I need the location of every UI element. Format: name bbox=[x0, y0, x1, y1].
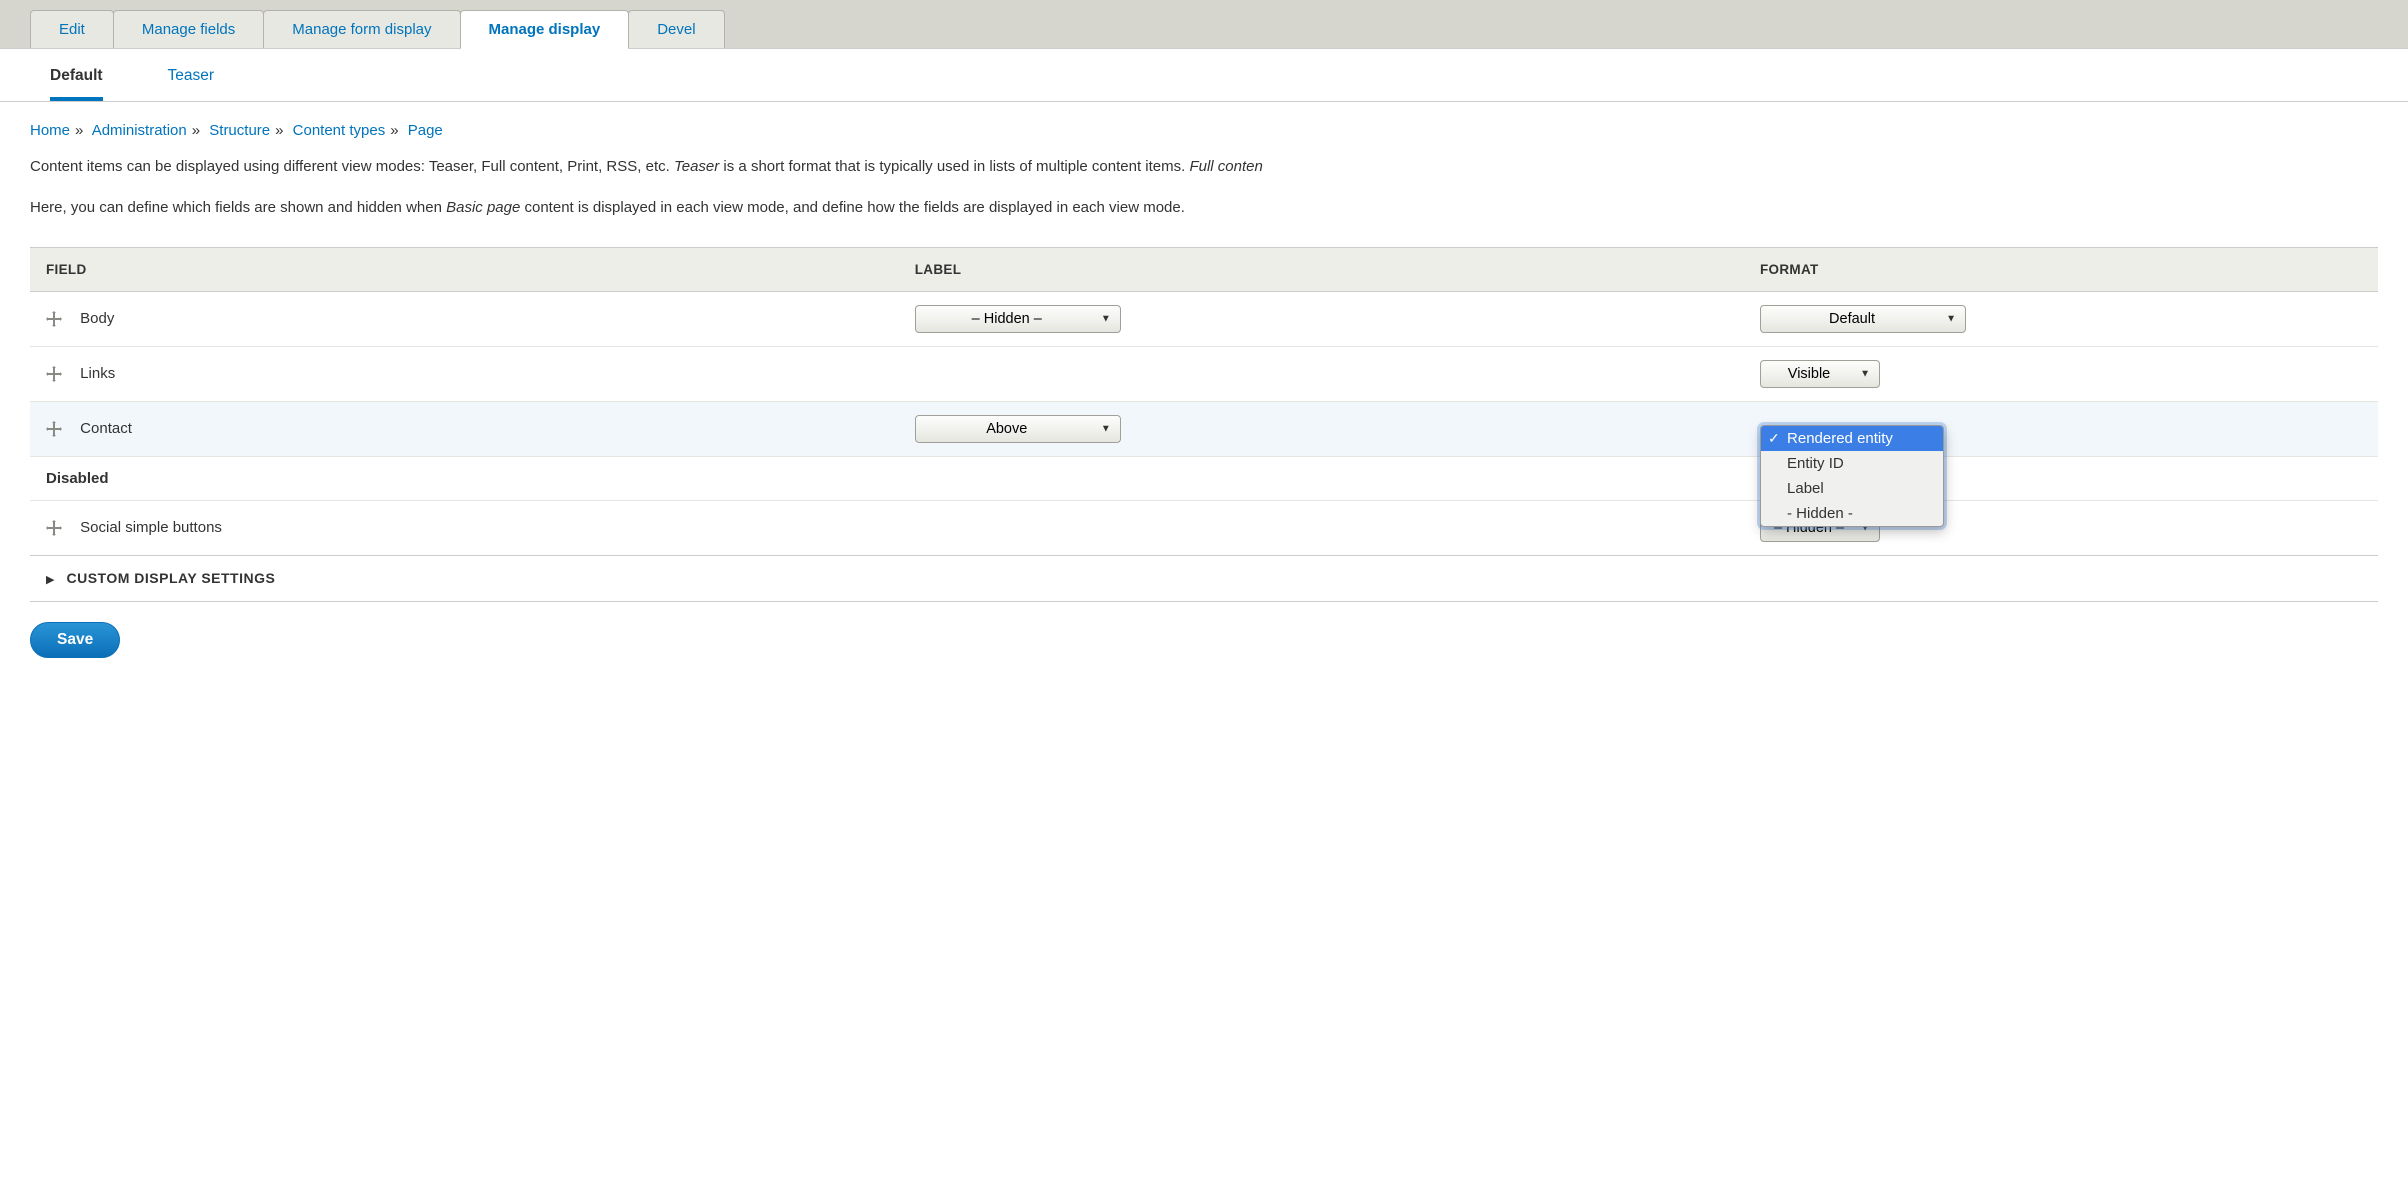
drag-handle-icon[interactable] bbox=[46, 366, 62, 382]
disabled-section-header: Disabled bbox=[30, 456, 2378, 500]
table-row: Social simple buttons – Hidden –▼ bbox=[30, 500, 2378, 555]
help-text-1: Content items can be displayed using dif… bbox=[30, 155, 2378, 180]
dropdown-option[interactable]: Rendered entity bbox=[1761, 426, 1943, 451]
drag-handle-icon[interactable] bbox=[46, 311, 62, 327]
custom-display-settings-details[interactable]: ▶ CUSTOM DISPLAY SETTINGS bbox=[30, 555, 2378, 602]
drag-handle-icon[interactable] bbox=[46, 520, 62, 536]
format-dropdown-menu: Rendered entity Entity ID Label - Hidden… bbox=[1760, 425, 1944, 527]
fields-table: FIELD LABEL FORMAT Body – Hidden –▼ D bbox=[30, 247, 2378, 556]
help-text-2: Here, you can define which fields are sh… bbox=[30, 196, 2378, 221]
format-select-body[interactable]: Default▼ bbox=[1760, 305, 1966, 333]
label-select-body[interactable]: – Hidden –▼ bbox=[915, 305, 1121, 333]
dropdown-option[interactable]: Label bbox=[1761, 476, 1943, 501]
table-row: Links Visible▼ bbox=[30, 346, 2378, 401]
dropdown-option[interactable]: Entity ID bbox=[1761, 451, 1943, 476]
breadcrumb-administration[interactable]: Administration bbox=[92, 122, 187, 139]
tab-manage-fields[interactable]: Manage fields bbox=[113, 10, 264, 48]
secondary-tabs: Default Teaser bbox=[0, 49, 2408, 102]
tab-devel[interactable]: Devel bbox=[628, 10, 724, 48]
tab-manage-form-display[interactable]: Manage form display bbox=[263, 10, 460, 48]
breadcrumb-page[interactable]: Page bbox=[408, 122, 443, 139]
th-format: FORMAT bbox=[1744, 247, 2378, 291]
breadcrumb: Home» Administration» Structure» Content… bbox=[30, 122, 2378, 139]
subtab-teaser[interactable]: Teaser bbox=[168, 67, 215, 101]
table-row: Contact Above▼ Rendered entity Entity ID… bbox=[30, 401, 2378, 456]
triangle-right-icon: ▶ bbox=[46, 573, 54, 586]
tab-edit[interactable]: Edit bbox=[30, 10, 114, 48]
format-select-links[interactable]: Visible▼ bbox=[1760, 360, 1880, 388]
subtab-default[interactable]: Default bbox=[50, 67, 103, 101]
dropdown-option[interactable]: - Hidden - bbox=[1761, 501, 1943, 526]
save-button[interactable]: Save bbox=[30, 622, 120, 658]
th-field: FIELD bbox=[30, 247, 899, 291]
page-content: Home» Administration» Structure» Content… bbox=[0, 102, 2408, 678]
field-name: Social simple buttons bbox=[80, 519, 222, 536]
field-name: Contact bbox=[80, 420, 132, 437]
breadcrumb-structure[interactable]: Structure bbox=[209, 122, 270, 139]
field-name: Links bbox=[80, 365, 115, 382]
label-select-contact[interactable]: Above▼ bbox=[915, 415, 1121, 443]
tab-manage-display[interactable]: Manage display bbox=[460, 10, 630, 49]
breadcrumb-content-types[interactable]: Content types bbox=[293, 122, 386, 139]
breadcrumb-home[interactable]: Home bbox=[30, 122, 70, 139]
th-label: LABEL bbox=[899, 247, 1744, 291]
table-row: Body – Hidden –▼ Default▼ bbox=[30, 291, 2378, 346]
primary-tabs: Edit Manage fields Manage form display M… bbox=[0, 0, 2408, 49]
field-name: Body bbox=[80, 310, 114, 327]
drag-handle-icon[interactable] bbox=[46, 421, 62, 437]
